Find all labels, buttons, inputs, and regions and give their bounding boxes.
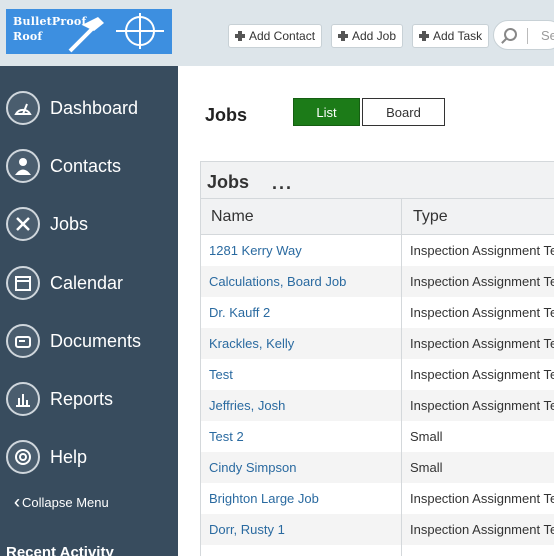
job-type: Inspection Assignment Te xyxy=(410,522,554,537)
column-header-type[interactable]: Type xyxy=(413,208,448,226)
sidebar-item-label: Help xyxy=(50,446,88,467)
job-name-link[interactable]: Krackles, Kelly xyxy=(209,336,294,351)
sidebar-item-label: Dashboard xyxy=(50,97,139,118)
table-row[interactable]: Dr. Kauff 2 Inspection Assignment Te xyxy=(201,297,554,328)
column-divider xyxy=(401,199,402,556)
table-header: Name Type xyxy=(201,199,554,235)
job-type: Inspection Assignment Te xyxy=(410,274,554,289)
add-contact-button[interactable]: Add Contact xyxy=(228,24,323,48)
sidebar: Dashboard Contacts Jobs Calendar Documen… xyxy=(0,66,178,556)
job-name-link[interactable]: Brighton Large Job xyxy=(209,491,319,506)
job-type: Small xyxy=(410,460,443,475)
logo-text: BulletProof Roof xyxy=(13,14,86,44)
sidebar-item-dashboard[interactable]: Dashboard xyxy=(0,88,178,128)
table-row[interactable]: Jeffries, Josh Inspection Assignment Te xyxy=(201,390,554,421)
sidebar-item-label: Contacts xyxy=(50,155,122,176)
table-row[interactable]: Calculations, Board Job Inspection Assig… xyxy=(201,266,554,297)
sidebar-item-help[interactable]: Help xyxy=(0,437,178,477)
table-row[interactable]: Krackles, Kelly Inspection Assignment Te xyxy=(201,328,554,359)
job-type: Small xyxy=(410,429,443,444)
search-divider xyxy=(527,28,528,44)
table-row[interactable]: 1281 Kerry Way Inspection Assignment Te xyxy=(201,235,554,266)
plus-icon xyxy=(418,30,430,42)
job-name-link[interactable]: Jeffries, Josh xyxy=(209,398,285,413)
job-type: Inspection Assignment Te xyxy=(410,491,554,506)
add-job-label: Add Job xyxy=(352,29,397,43)
tools-icon xyxy=(6,207,40,241)
search-input[interactable]: Se xyxy=(493,20,554,50)
plus-icon xyxy=(337,30,349,42)
sidebar-item-label: Reports xyxy=(50,388,114,409)
collapse-menu-button[interactable]: ‹‹ Collapse Menu xyxy=(14,492,109,513)
table-row[interactable]: Test Inspection Assignment Te xyxy=(201,359,554,390)
add-contact-label: Add Contact xyxy=(249,29,316,43)
dashboard-icon xyxy=(6,91,40,125)
job-type: Inspection Assignment Te xyxy=(410,398,554,413)
logo-line-1: BulletProof xyxy=(13,15,87,28)
add-job-button[interactable]: Add Job xyxy=(331,24,404,48)
add-task-label: Add Task xyxy=(433,29,483,43)
collapse-menu-label: Collapse Menu xyxy=(22,495,109,510)
list-view-button[interactable]: List xyxy=(293,98,360,126)
documents-icon xyxy=(6,324,40,358)
table-row[interactable]: Cindy Simpson Small xyxy=(201,452,554,483)
job-name-link[interactable]: Calculations, Board Job xyxy=(209,274,346,289)
job-type: Inspection Assignment Te xyxy=(410,305,554,320)
job-name-link[interactable]: Cindy Simpson xyxy=(209,460,296,475)
job-name-link[interactable]: 1281 Kerry Way xyxy=(209,243,302,258)
sidebar-item-jobs[interactable]: Jobs xyxy=(0,204,178,244)
sidebar-item-documents[interactable]: Documents xyxy=(0,321,178,361)
help-icon xyxy=(6,440,40,474)
sidebar-item-calendar[interactable]: Calendar xyxy=(0,263,178,303)
jobs-panel: Jobs ... Name Type 1281 Kerry Way Inspec… xyxy=(200,161,554,556)
board-view-button[interactable]: Board xyxy=(362,98,445,126)
job-name-link[interactable]: Test 2 xyxy=(209,429,244,444)
reports-icon xyxy=(6,382,40,416)
search-placeholder: Se xyxy=(541,28,554,43)
job-name-link[interactable]: Dorr, Rusty 1 xyxy=(209,522,285,537)
job-type: Inspection Assignment Te xyxy=(410,243,554,258)
table-row[interactable]: Test 2 Small xyxy=(201,421,554,452)
job-type: Inspection Assignment Te xyxy=(410,367,554,382)
top-bar: BulletProof Roof Add Contact Add Job Add… xyxy=(0,0,554,66)
calendar-icon xyxy=(6,266,40,300)
bulletproof-roof-logo[interactable]: BulletProof Roof xyxy=(6,9,172,54)
table-row[interactable]: Dorr, Rusty 1 Inspection Assignment Te xyxy=(201,514,554,545)
search-icon xyxy=(504,28,517,41)
page-title: Jobs xyxy=(205,105,248,125)
job-name-link[interactable]: Dr. Kauff 2 xyxy=(209,305,270,320)
recent-activity-heading: Recent Activity xyxy=(6,544,114,556)
contacts-icon xyxy=(6,149,40,183)
panel-title: Jobs xyxy=(207,172,250,192)
sidebar-item-label: Documents xyxy=(50,330,142,351)
logo-line-2: Roof xyxy=(13,30,43,43)
add-task-button[interactable]: Add Task xyxy=(412,24,490,48)
sidebar-item-label: Calendar xyxy=(50,272,124,293)
plus-icon xyxy=(234,30,246,42)
table-row[interactable]: Brighton Large Job Inspection Assignment… xyxy=(201,483,554,514)
column-header-name[interactable]: Name xyxy=(211,208,254,226)
sidebar-item-reports[interactable]: Reports xyxy=(0,379,178,419)
sidebar-item-contacts[interactable]: Contacts xyxy=(0,146,178,186)
panel-header: Jobs ... xyxy=(201,162,554,199)
job-type: Inspection Assignment Te xyxy=(410,336,554,351)
more-options-button[interactable]: ... xyxy=(272,173,293,194)
sidebar-item-label: Jobs xyxy=(50,213,89,234)
job-name-link[interactable]: Test xyxy=(209,367,233,382)
